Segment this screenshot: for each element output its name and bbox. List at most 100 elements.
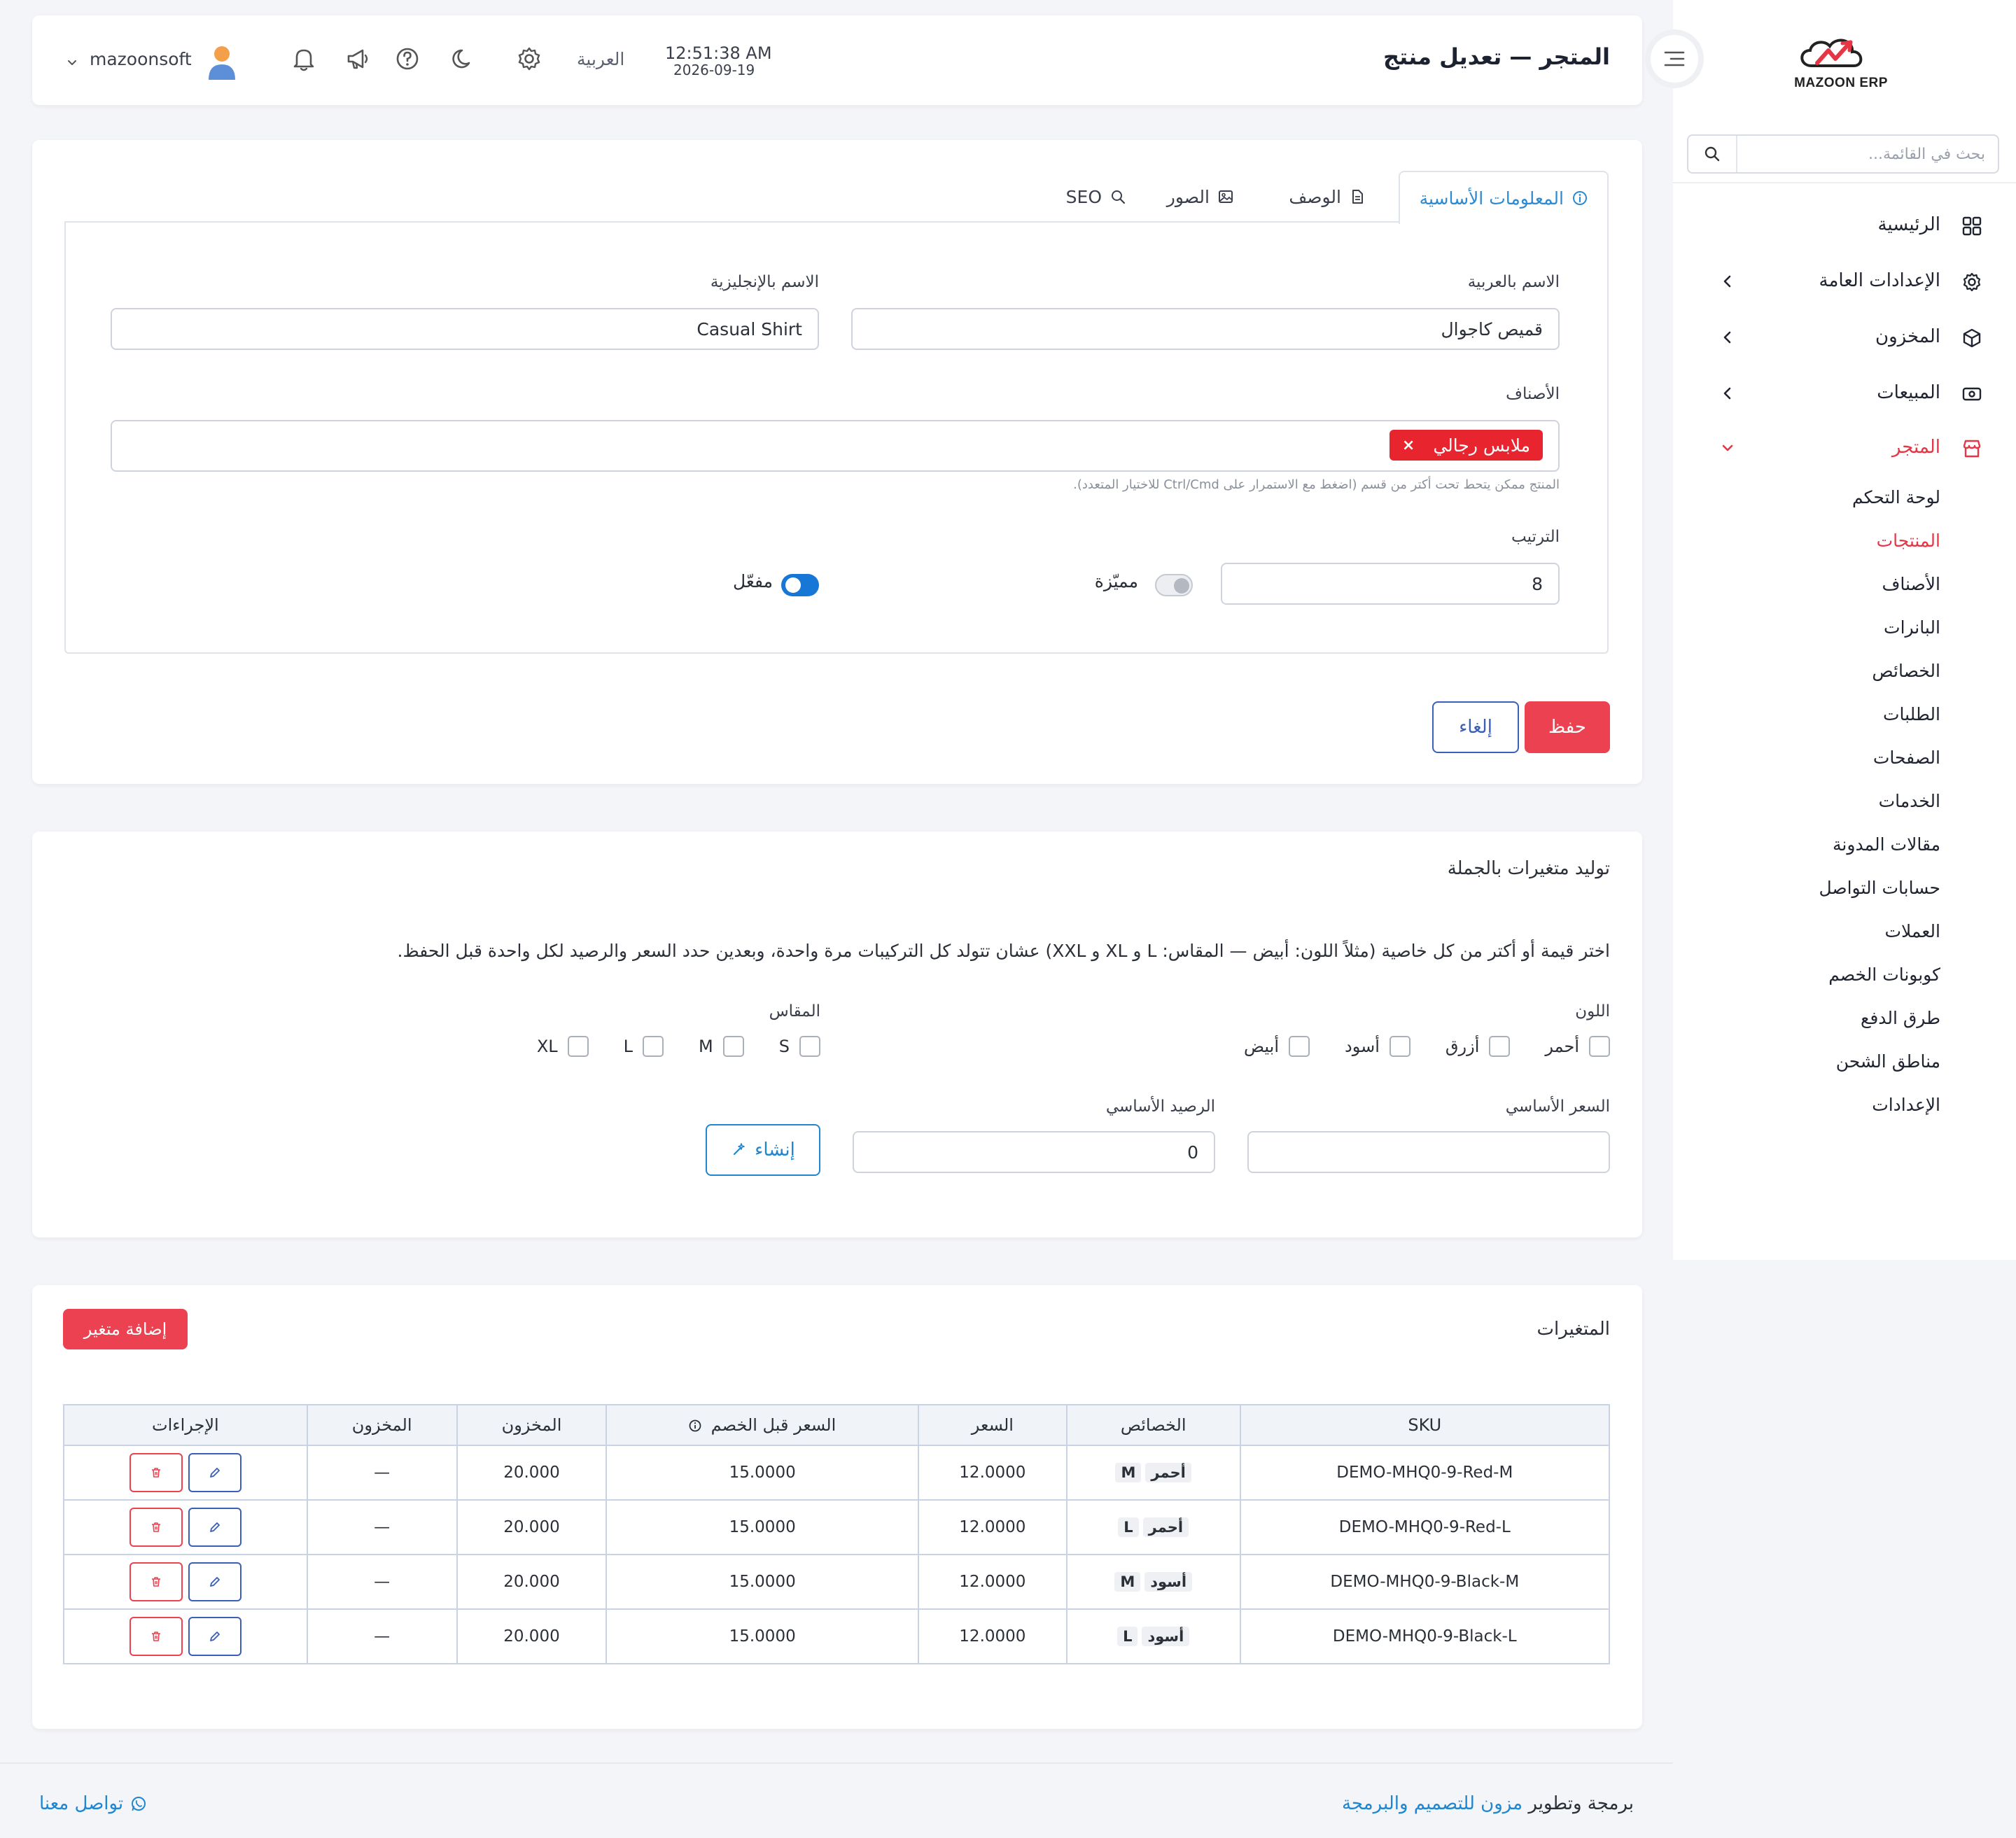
- language-switcher[interactable]: العربية: [577, 49, 624, 69]
- size-option-s[interactable]: S: [779, 1036, 820, 1057]
- base-stock-input[interactable]: [853, 1131, 1215, 1173]
- name-en-input[interactable]: [111, 308, 819, 350]
- base-stock-label: الرصيد الأساسي: [1105, 1097, 1215, 1116]
- size-option-m[interactable]: M: [699, 1036, 744, 1057]
- add-variant-button[interactable]: إضافة متغير: [63, 1309, 188, 1349]
- color-option-black[interactable]: أسود: [1345, 1036, 1410, 1057]
- settings-button[interactable]: [515, 45, 543, 73]
- size-option-xl[interactable]: XL: [537, 1036, 589, 1057]
- cell-actions: [63, 1608, 308, 1664]
- col-compare-price[interactable]: السعر قبل الخصم: [606, 1404, 919, 1446]
- sub-services[interactable]: الخدمات: [1879, 791, 1940, 811]
- base-price-input[interactable]: [1247, 1131, 1610, 1173]
- col-sku[interactable]: SKU: [1239, 1404, 1611, 1446]
- help-button[interactable]: [393, 45, 421, 73]
- generate-button[interactable]: إنشاء: [706, 1124, 820, 1176]
- delete-variant-button[interactable]: [129, 1617, 183, 1656]
- nav-home[interactable]: الرئيسية: [1673, 204, 2016, 246]
- size-checkbox[interactable]: [722, 1036, 744, 1057]
- featured-switch[interactable]: [1155, 574, 1193, 596]
- username[interactable]: mazoonsoft: [90, 49, 192, 69]
- col-price[interactable]: السعر: [917, 1404, 1068, 1446]
- chevron-left-icon: [1723, 275, 1731, 288]
- cell-price: 12.0000: [917, 1554, 1068, 1610]
- size-checkbox[interactable]: [643, 1036, 664, 1057]
- tab-images-label: الصور: [1166, 186, 1210, 207]
- save-button[interactable]: حفظ: [1525, 701, 1610, 753]
- tab-images[interactable]: الصور: [1167, 171, 1233, 223]
- edit-variant-button[interactable]: [188, 1453, 241, 1492]
- tab-basic-info[interactable]: المعلومات الأساسية: [1398, 171, 1609, 224]
- sub-blog-posts[interactable]: مقالات المدونة: [1833, 834, 1940, 855]
- contact-link[interactable]: تواصل معنا: [39, 1793, 147, 1814]
- announcements-button[interactable]: [344, 45, 372, 73]
- col-attributes[interactable]: الخصائص: [1065, 1404, 1241, 1446]
- nav-sales[interactable]: المبيعات: [1673, 372, 2016, 414]
- delete-variant-button[interactable]: [129, 1562, 183, 1601]
- edit-variant-button[interactable]: [188, 1508, 241, 1547]
- chevron-down-icon[interactable]: [66, 56, 78, 69]
- color-checkbox[interactable]: [1389, 1036, 1410, 1057]
- sub-shipping-zones[interactable]: مناطق الشحن: [1836, 1051, 1940, 1072]
- sub-coupons[interactable]: كوبونات الخصم: [1828, 964, 1940, 985]
- sub-settings[interactable]: الإعدادات: [1872, 1095, 1940, 1115]
- delete-variant-button[interactable]: [129, 1508, 183, 1547]
- cell-attributes: أحمرL: [1065, 1499, 1241, 1555]
- footer-credit-link[interactable]: مزون للتصميم والبرمجة: [1342, 1793, 1522, 1814]
- nav-inventory[interactable]: المخزون: [1673, 316, 2016, 358]
- name-en-label: الاسم بالإنجليزية: [710, 273, 819, 291]
- size-checkbox[interactable]: [799, 1036, 820, 1057]
- color-option-blue[interactable]: أزرق: [1446, 1036, 1511, 1057]
- col-stock-2[interactable]: المخزون: [306, 1404, 458, 1446]
- menu-search-input[interactable]: [1747, 141, 1985, 167]
- sub-banners[interactable]: البانرات: [1884, 617, 1940, 638]
- sub-products[interactable]: المنتجات: [1877, 531, 1940, 551]
- tab-seo[interactable]: SEO: [1066, 171, 1126, 223]
- sidebar-toggle-button[interactable]: [1645, 29, 1704, 88]
- nav-store[interactable]: المتجر: [1673, 427, 2016, 469]
- categories-select[interactable]: ملابس رجالي ×: [111, 420, 1560, 472]
- notifications-button[interactable]: [290, 45, 318, 73]
- color-option-white[interactable]: أبيض: [1244, 1036, 1310, 1057]
- cell-stock-2: —: [306, 1554, 458, 1610]
- col-stock[interactable]: المخزون: [456, 1404, 608, 1446]
- size-option-l[interactable]: L: [624, 1036, 664, 1057]
- pencil-icon: [209, 1522, 220, 1532]
- name-ar-input[interactable]: [851, 308, 1560, 350]
- nav-general-settings[interactable]: الإعدادات العامة: [1673, 260, 2016, 302]
- color-checkbox[interactable]: [1489, 1036, 1511, 1057]
- header-time: 12:51:38 AM: [665, 43, 772, 63]
- sub-categories[interactable]: الأصناف: [1882, 574, 1940, 594]
- avatar[interactable]: [204, 43, 239, 81]
- sub-social-accounts[interactable]: حسابات التواصل: [1819, 878, 1940, 898]
- sub-orders[interactable]: الطلبات: [1883, 704, 1940, 724]
- cell-sku: DEMO-MHQ0-9-Red-M: [1239, 1445, 1611, 1501]
- sub-attributes[interactable]: الخصائص: [1872, 661, 1940, 681]
- delete-variant-button[interactable]: [129, 1453, 183, 1492]
- theme-toggle-button[interactable]: [449, 45, 477, 73]
- sub-pages[interactable]: الصفحات: [1873, 748, 1940, 768]
- brand-logo[interactable]: MAZOON ERP: [1792, 29, 1890, 92]
- active-switch[interactable]: [781, 574, 819, 596]
- cancel-button[interactable]: إلغاء: [1432, 701, 1519, 753]
- edit-variant-button[interactable]: [188, 1562, 241, 1601]
- sub-dashboard[interactable]: لوحة التحكم: [1852, 487, 1940, 507]
- color-checkbox[interactable]: [1289, 1036, 1310, 1057]
- sub-payment-methods[interactable]: طرق الدفع: [1861, 1008, 1940, 1028]
- cell-compare-price: 15.0000: [606, 1608, 919, 1664]
- color-option-red[interactable]: أحمر: [1545, 1036, 1610, 1057]
- edit-variant-button[interactable]: [188, 1617, 241, 1656]
- order-input[interactable]: [1221, 563, 1560, 605]
- sub-currencies[interactable]: العملات: [1884, 921, 1940, 941]
- attr-size: M: [1115, 1463, 1142, 1482]
- remove-tag-icon[interactable]: ×: [1402, 437, 1415, 454]
- attr-color: أحمر: [1142, 1517, 1189, 1537]
- pencil-icon: [209, 1577, 220, 1587]
- size-checkbox[interactable]: [567, 1036, 589, 1057]
- order-label: الترتيب: [1511, 528, 1560, 546]
- tab-description[interactable]: الوصف: [1289, 171, 1365, 223]
- attr-size: L: [1117, 1627, 1138, 1646]
- menu-search-button[interactable]: [1688, 136, 1737, 172]
- category-tag[interactable]: ملابس رجالي ×: [1389, 430, 1543, 461]
- color-checkbox[interactable]: [1589, 1036, 1610, 1057]
